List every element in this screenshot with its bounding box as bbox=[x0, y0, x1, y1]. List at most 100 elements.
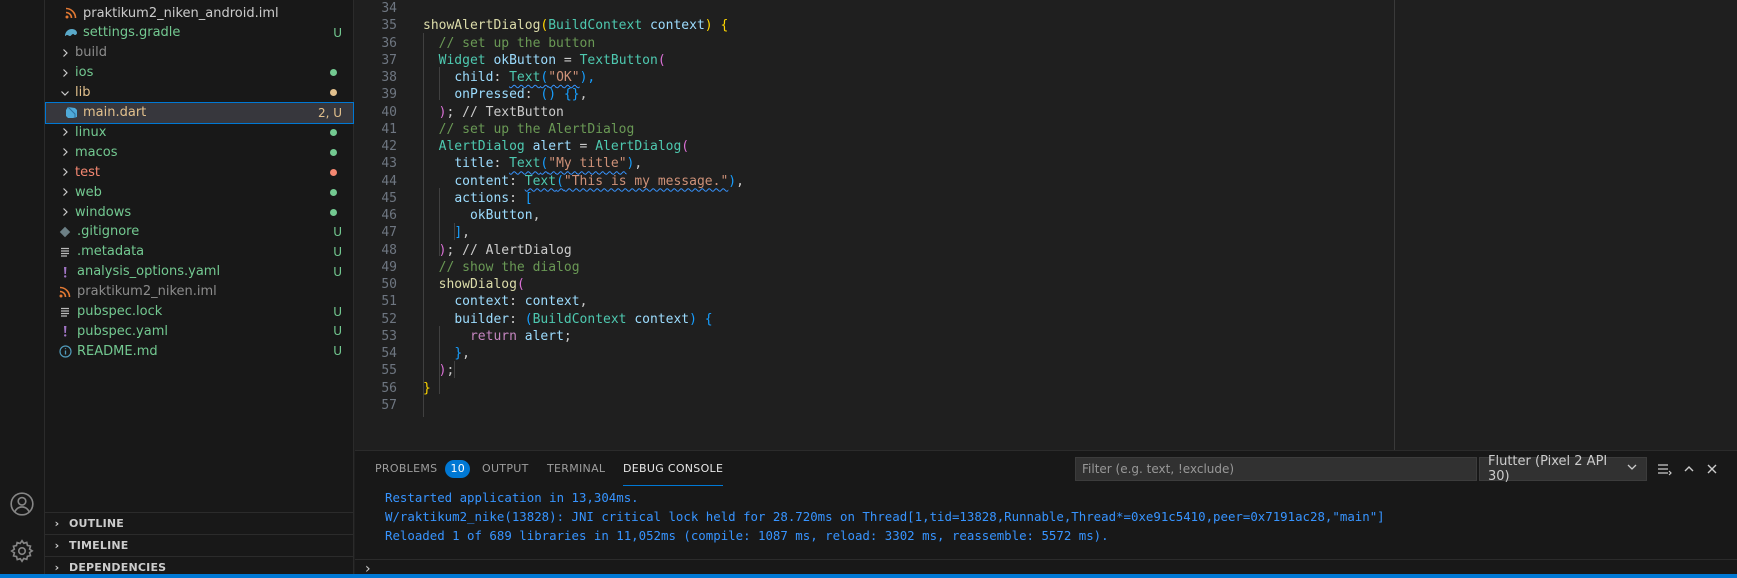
code-text: onPressed: () {}, bbox=[423, 85, 587, 104]
code-text: AlertDialog alert = AlertDialog( bbox=[423, 137, 689, 156]
code-token: , bbox=[634, 156, 643, 172]
code-token: return bbox=[469, 328, 517, 344]
code-token: context bbox=[649, 18, 705, 34]
tree-item-praktikum2-niken-iml[interactable]: praktikum2_niken.iml bbox=[45, 281, 354, 303]
info-icon bbox=[57, 343, 73, 359]
tree-item-lib[interactable]: lib bbox=[45, 82, 354, 104]
code-token: // AlertDialog bbox=[462, 242, 572, 258]
tree-item-metadata[interactable]: .metadata U bbox=[45, 241, 354, 263]
code-token: , bbox=[736, 173, 744, 189]
code-token: : bbox=[524, 87, 541, 103]
git-status-dot bbox=[330, 69, 337, 77]
git-status-dot bbox=[330, 128, 337, 136]
code-text: context: context, bbox=[423, 292, 587, 311]
code-token: = bbox=[571, 139, 596, 154]
filter-input[interactable] bbox=[1075, 457, 1477, 481]
tree-item-test[interactable]: test bbox=[45, 161, 354, 183]
tree-item-analysis-options-yaml[interactable]: analysis_options.yaml U bbox=[45, 261, 354, 283]
tab-label: TERMINAL bbox=[547, 462, 606, 475]
code-token: Text bbox=[509, 70, 541, 85]
code-text: // set up the button bbox=[423, 34, 596, 53]
code-token: : bbox=[493, 70, 510, 85]
tab-terminal[interactable]: TERMINAL bbox=[547, 451, 605, 486]
line-number: 56 bbox=[381, 380, 397, 396]
tree-item-ios[interactable]: ios bbox=[45, 62, 354, 84]
git-status-badge: U bbox=[333, 344, 342, 359]
chevron-down-icon bbox=[57, 85, 73, 101]
code-line: 53 return alert; bbox=[355, 327, 1737, 346]
tree-item-readme-md[interactable]: README.md U bbox=[45, 340, 354, 362]
code-token: AlertDialog bbox=[438, 139, 525, 154]
code-token: , bbox=[532, 208, 541, 223]
section-outline[interactable]: › OUTLINE bbox=[45, 512, 354, 534]
tree-item-label: pubspec.lock bbox=[77, 304, 163, 319]
code-token: : bbox=[509, 311, 525, 327]
tab-problems[interactable]: PROBLEMS 10 bbox=[375, 451, 471, 486]
tree-item-label: linux bbox=[75, 124, 107, 140]
git-status-badge: U bbox=[333, 224, 342, 239]
activity-bar bbox=[0, 0, 45, 578]
code-token: // set up the button bbox=[438, 35, 596, 51]
code-token: : bbox=[509, 294, 525, 310]
tree-item-settings-gradle[interactable]: settings.gradle U bbox=[45, 22, 354, 44]
code-editor[interactable]: 34 35 showAlertDialog(BuildContext context… bbox=[355, 0, 1737, 450]
code-line: 55 ); bbox=[355, 361, 1737, 380]
tree-item-web[interactable]: web bbox=[45, 181, 354, 203]
code-token: {} bbox=[563, 87, 580, 103]
code-token: actions bbox=[454, 190, 510, 206]
section-timeline[interactable]: › TIMELINE bbox=[45, 534, 354, 556]
account-icon[interactable] bbox=[8, 490, 36, 518]
tree-item-label: README.md bbox=[77, 343, 158, 359]
tree-item-main-dart[interactable]: main.dart 2, U bbox=[45, 101, 354, 124]
code-token: okButton bbox=[493, 52, 557, 68]
tab-debug-console[interactable]: DEBUG CONSOLE bbox=[623, 451, 724, 486]
code-token: : bbox=[509, 190, 525, 206]
code-text: ], bbox=[423, 223, 470, 242]
git-status-badge: 2, U bbox=[317, 105, 342, 120]
tree-item-label: macos bbox=[75, 144, 118, 160]
tree-item-pubspec-yaml[interactable]: pubspec.yaml U bbox=[45, 320, 354, 342]
git-status-dot bbox=[330, 208, 337, 216]
status-bar bbox=[0, 574, 1737, 578]
code-token: // set up the AlertDialog bbox=[438, 121, 635, 137]
line-number: 53 bbox=[381, 328, 397, 344]
line-number: 57 bbox=[381, 397, 397, 413]
tree-item-build[interactable]: build bbox=[45, 42, 354, 64]
code-token: , bbox=[462, 346, 470, 361]
code-token: ( bbox=[516, 277, 525, 292]
close-icon[interactable] bbox=[1703, 460, 1721, 478]
line-number: 43 bbox=[381, 156, 397, 172]
line-number: 51 bbox=[381, 294, 397, 310]
code-token: , bbox=[579, 294, 588, 310]
more-actions-icon[interactable] bbox=[1656, 460, 1674, 478]
code-line: 46 okButton, bbox=[355, 206, 1737, 225]
code-line: 48 ); // AlertDialog bbox=[355, 241, 1737, 260]
tree-item-pubspec-lock[interactable]: pubspec.lock U bbox=[45, 301, 354, 323]
tree-item-praktikum2-niken-android-iml[interactable]: praktikum2_niken_android.iml bbox=[45, 2, 354, 24]
device-select[interactable]: Flutter (Pixel 2 API 30) bbox=[1479, 454, 1647, 484]
chevron-right-icon bbox=[57, 204, 73, 220]
code-token: okButton bbox=[469, 208, 533, 223]
gear-icon[interactable] bbox=[8, 537, 36, 565]
code-token: () bbox=[540, 87, 557, 103]
code-token: ), bbox=[579, 70, 596, 85]
code-token: context bbox=[454, 294, 510, 310]
tab-label: DEBUG CONSOLE bbox=[623, 461, 724, 475]
tree-item-gitignore[interactable]: .gitignore U bbox=[45, 221, 354, 243]
tab-output[interactable]: OUTPUT bbox=[482, 451, 529, 486]
yaml-icon bbox=[57, 264, 73, 280]
code-line: 44 content: Text("This is my message."), bbox=[355, 172, 1737, 191]
tree-item-macos[interactable]: macos bbox=[45, 141, 354, 163]
chevron-up-icon[interactable] bbox=[1680, 460, 1698, 478]
tree-item-linux[interactable]: linux bbox=[45, 121, 354, 143]
code-token: , bbox=[462, 225, 470, 241]
code-text: builder: (BuildContext context) { bbox=[423, 310, 712, 329]
code-token: ; bbox=[563, 328, 572, 344]
tree-item-windows[interactable]: windows bbox=[45, 201, 354, 223]
tree-item-label: lib bbox=[75, 85, 91, 101]
